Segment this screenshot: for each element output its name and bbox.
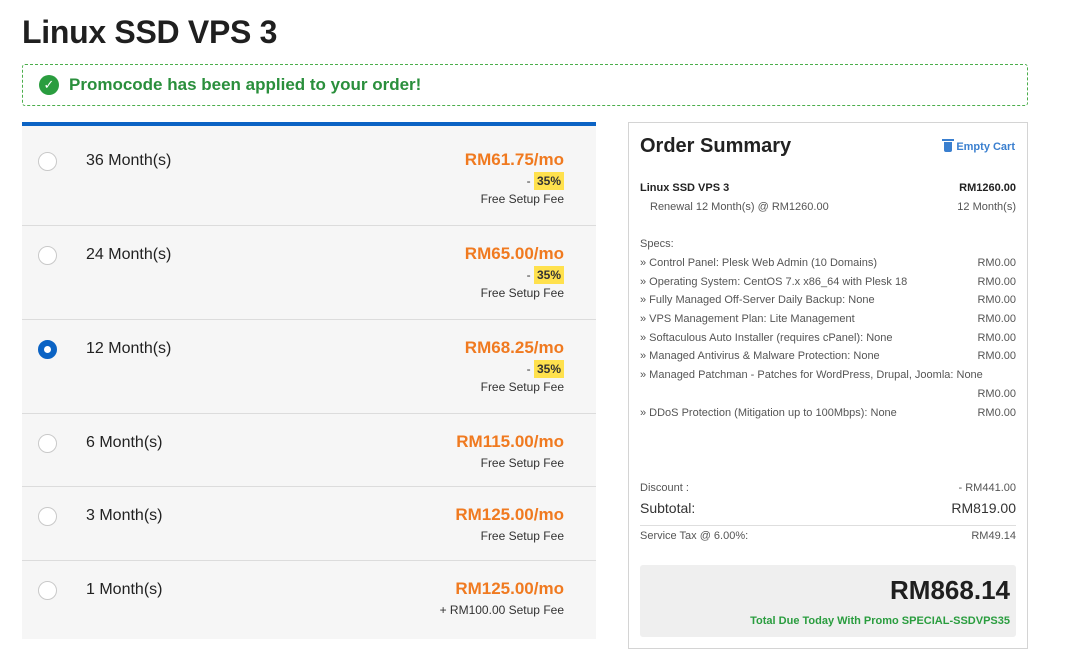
spec-row: » Fully Managed Off-Server Daily Backup:… bbox=[640, 294, 1016, 306]
check-circle-icon: ✓ bbox=[39, 75, 59, 95]
discount-badge: - 35% bbox=[465, 266, 564, 284]
billing-cycle-price: RM125.00/mo bbox=[455, 505, 564, 524]
discount-badge: - 35% bbox=[465, 172, 564, 190]
billing-cycle-label: 12 Month(s) bbox=[86, 340, 172, 357]
setup-fee: Free Setup Fee bbox=[480, 529, 564, 543]
total-amount: RM868.14 bbox=[890, 575, 1010, 605]
setup-fee: Free Setup Fee bbox=[480, 380, 564, 394]
discount-row: Discount : - RM441.00 bbox=[640, 482, 1016, 494]
billing-cycle-3-months[interactable]: 3 Month(s) RM125.00/mo Free Setup Fee bbox=[22, 487, 596, 561]
order-summary-panel: Order Summary Empty Cart Linux SSD VPS 3… bbox=[628, 122, 1028, 649]
renewal-cycle: 12 Month(s) bbox=[957, 201, 1016, 213]
discount-value: - RM441.00 bbox=[958, 482, 1016, 494]
spec-row: » VPS Management Plan: Lite Management RM… bbox=[640, 313, 1016, 325]
billing-cycle-1-month[interactable]: 1 Month(s) RM125.00/mo + RM100.00 Setup … bbox=[22, 561, 596, 639]
tax-row: Service Tax @ 6.00%: RM49.14 bbox=[640, 530, 1016, 542]
billing-cycle-radio[interactable] bbox=[38, 507, 57, 526]
tax-value: RM49.14 bbox=[971, 530, 1016, 542]
spec-row: » Managed Patchman - Patches for WordPre… bbox=[640, 369, 983, 381]
setup-fee: Free Setup Fee bbox=[480, 192, 564, 206]
billing-cycle-price: RM65.00/mo bbox=[464, 244, 564, 263]
total-due-box: RM868.14 Total Due Today With Promo SPEC… bbox=[640, 565, 1016, 637]
billing-cycle-radio[interactable] bbox=[38, 246, 57, 265]
summary-renewal-row: Renewal 12 Month(s) @ RM1260.00 12 Month… bbox=[640, 201, 1016, 213]
billing-cycle-12-months[interactable]: 12 Month(s) RM68.25/mo - 35% Free Setup … bbox=[22, 320, 596, 414]
order-summary-title: Order Summary bbox=[640, 135, 792, 157]
billing-cycle-label: 36 Month(s) bbox=[86, 152, 172, 169]
billing-cycle-list: 36 Month(s) RM61.75/mo - 35% Free Setup … bbox=[22, 122, 596, 639]
setup-fee: Free Setup Fee bbox=[480, 286, 564, 300]
subtotal-value: RM819.00 bbox=[951, 500, 1016, 516]
billing-cycle-radio-selected[interactable] bbox=[38, 340, 57, 359]
billing-cycle-radio[interactable] bbox=[38, 152, 57, 171]
billing-cycle-price: RM68.25/mo bbox=[464, 338, 564, 357]
total-due-label: Total Due Today With Promo SPECIAL-SSDVP… bbox=[750, 615, 1010, 627]
billing-cycle-radio[interactable] bbox=[38, 581, 57, 600]
product-price: RM1260.00 bbox=[959, 182, 1016, 194]
billing-cycle-radio[interactable] bbox=[38, 434, 57, 453]
discount-badge: - 35% bbox=[465, 360, 564, 378]
billing-cycle-price: RM115.00/mo bbox=[456, 432, 564, 451]
billing-cycle-24-months[interactable]: 24 Month(s) RM65.00/mo - 35% Free Setup … bbox=[22, 226, 596, 320]
trash-icon bbox=[942, 139, 955, 152]
setup-fee: + RM100.00 Setup Fee bbox=[439, 603, 564, 617]
specs-heading: Specs: bbox=[640, 238, 674, 250]
billing-cycle-36-months[interactable]: 36 Month(s) RM61.75/mo - 35% Free Setup … bbox=[22, 126, 596, 226]
subtotal-label: Subtotal: bbox=[640, 500, 696, 516]
product-name: Linux SSD VPS 3 bbox=[640, 182, 730, 194]
spec-row: » Softaculous Auto Installer (requires c… bbox=[640, 332, 1016, 344]
renewal-text: Renewal 12 Month(s) @ RM1260.00 bbox=[650, 201, 829, 213]
spec-row: » DDoS Protection (Mitigation up to 100M… bbox=[640, 407, 1016, 419]
promo-message: Promocode has been applied to your order… bbox=[69, 75, 422, 94]
billing-cycle-price: RM125.00/mo bbox=[455, 579, 564, 598]
billing-cycle-label: 24 Month(s) bbox=[86, 246, 172, 263]
billing-cycle-6-months[interactable]: 6 Month(s) RM115.00/mo Free Setup Fee bbox=[22, 414, 596, 487]
spec-row: » Operating System: CentOS 7.x x86_64 wi… bbox=[640, 276, 1016, 288]
billing-cycle-label: 6 Month(s) bbox=[86, 434, 163, 451]
setup-fee: Free Setup Fee bbox=[480, 456, 564, 470]
spec-row: » Control Panel: Plesk Web Admin (10 Dom… bbox=[640, 257, 1016, 269]
promo-success-banner: ✓ Promocode has been applied to your ord… bbox=[22, 64, 1028, 106]
page-title: Linux SSD VPS 3 bbox=[22, 14, 278, 50]
summary-product-row: Linux SSD VPS 3 RM1260.00 bbox=[640, 182, 1016, 194]
billing-cycle-price: RM61.75/mo bbox=[464, 150, 564, 169]
tax-label: Service Tax @ 6.00%: bbox=[640, 530, 749, 542]
subtotal-row: Subtotal: RM819.00 bbox=[640, 500, 1016, 516]
spec-row: » Managed Antivirus & Malware Protection… bbox=[640, 350, 1016, 362]
discount-label: Discount : bbox=[640, 482, 689, 494]
divider bbox=[640, 525, 1016, 526]
empty-cart-link[interactable]: Empty Cart bbox=[942, 139, 1015, 153]
billing-cycle-label: 3 Month(s) bbox=[86, 507, 163, 524]
spec-row-price: RM0.00 bbox=[977, 388, 1016, 400]
billing-cycle-label: 1 Month(s) bbox=[86, 581, 163, 598]
empty-cart-label: Empty Cart bbox=[956, 141, 1015, 153]
